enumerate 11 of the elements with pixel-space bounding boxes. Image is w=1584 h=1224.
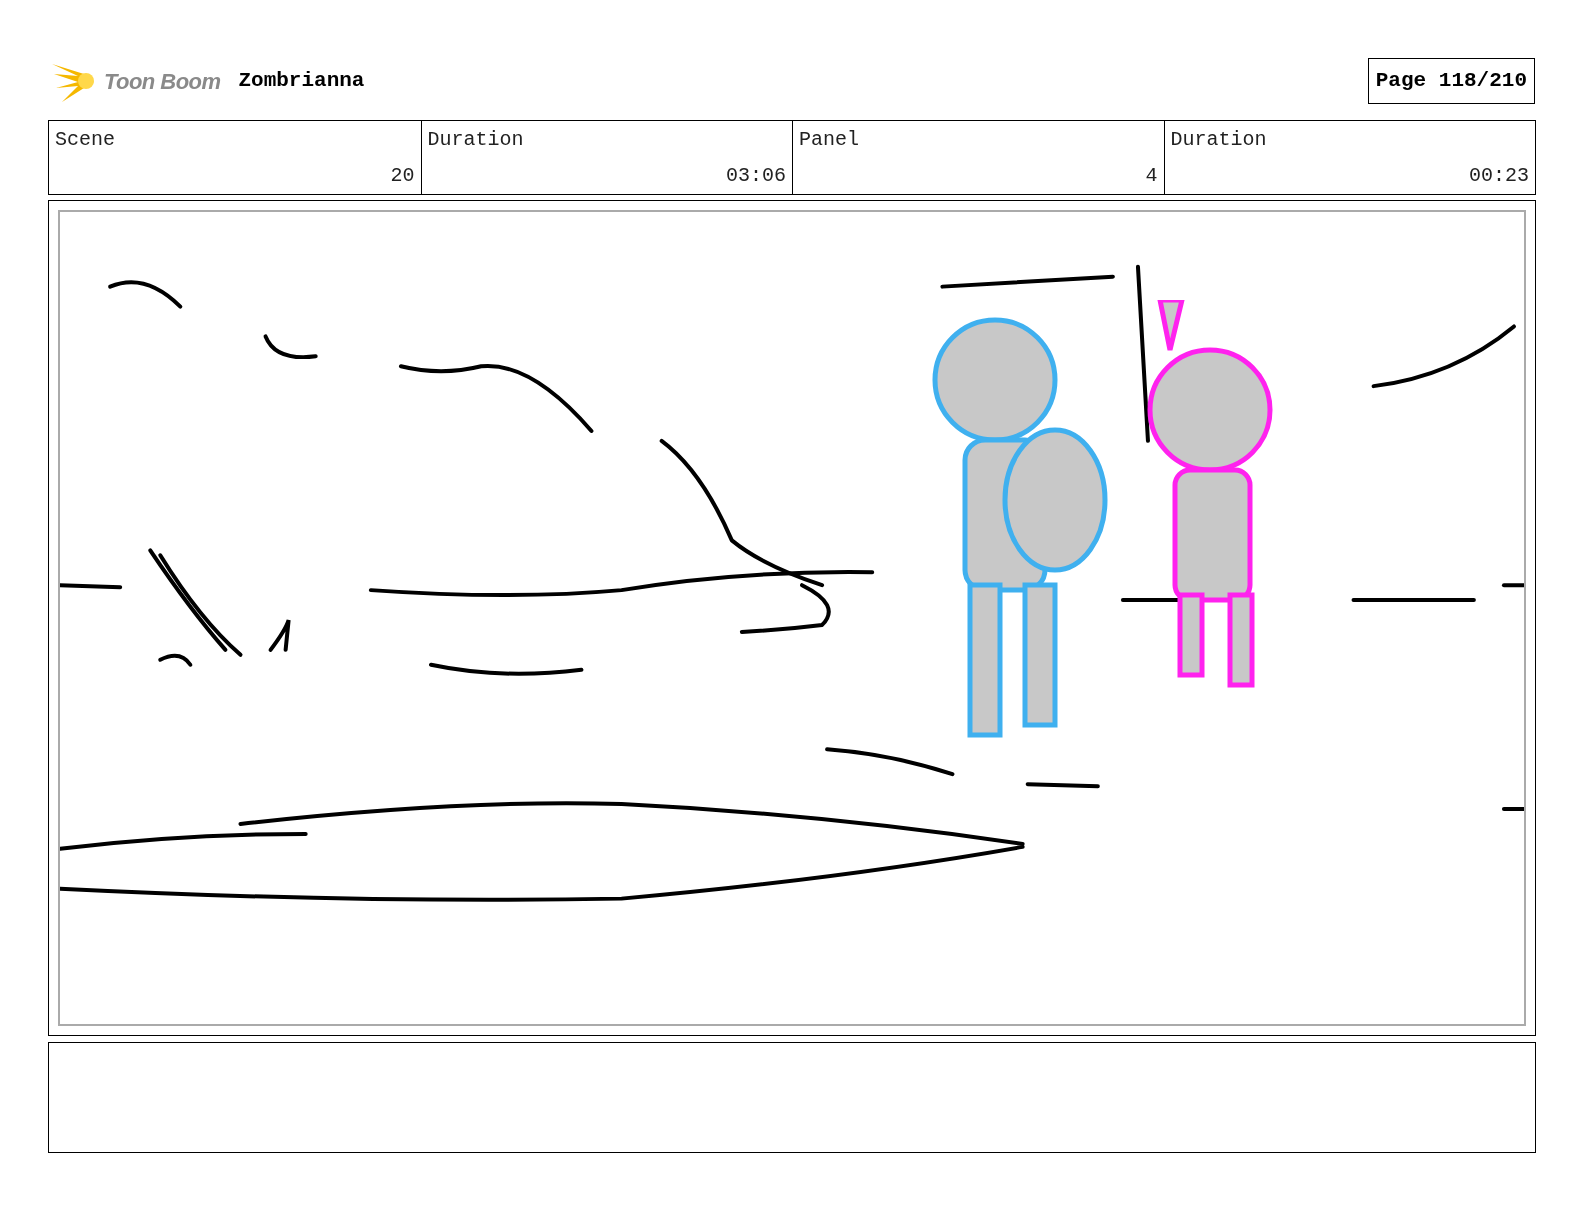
page-number: Page 118/210 bbox=[1367, 58, 1535, 104]
project-title: Zombrianna bbox=[238, 68, 365, 95]
table-cell-text: 03:06 bbox=[725, 163, 786, 189]
column-header: Scene bbox=[55, 127, 116, 153]
logo-text: Toon Boom bbox=[104, 67, 221, 96]
table-cell-text: 00:23 bbox=[1468, 163, 1529, 189]
column-header: Panel bbox=[799, 127, 860, 153]
column-header: Duration bbox=[1170, 127, 1268, 153]
table-cell-text: 4 bbox=[1144, 163, 1158, 189]
column-header: Duration bbox=[427, 127, 525, 153]
table-cell-text: 20 bbox=[389, 163, 415, 189]
